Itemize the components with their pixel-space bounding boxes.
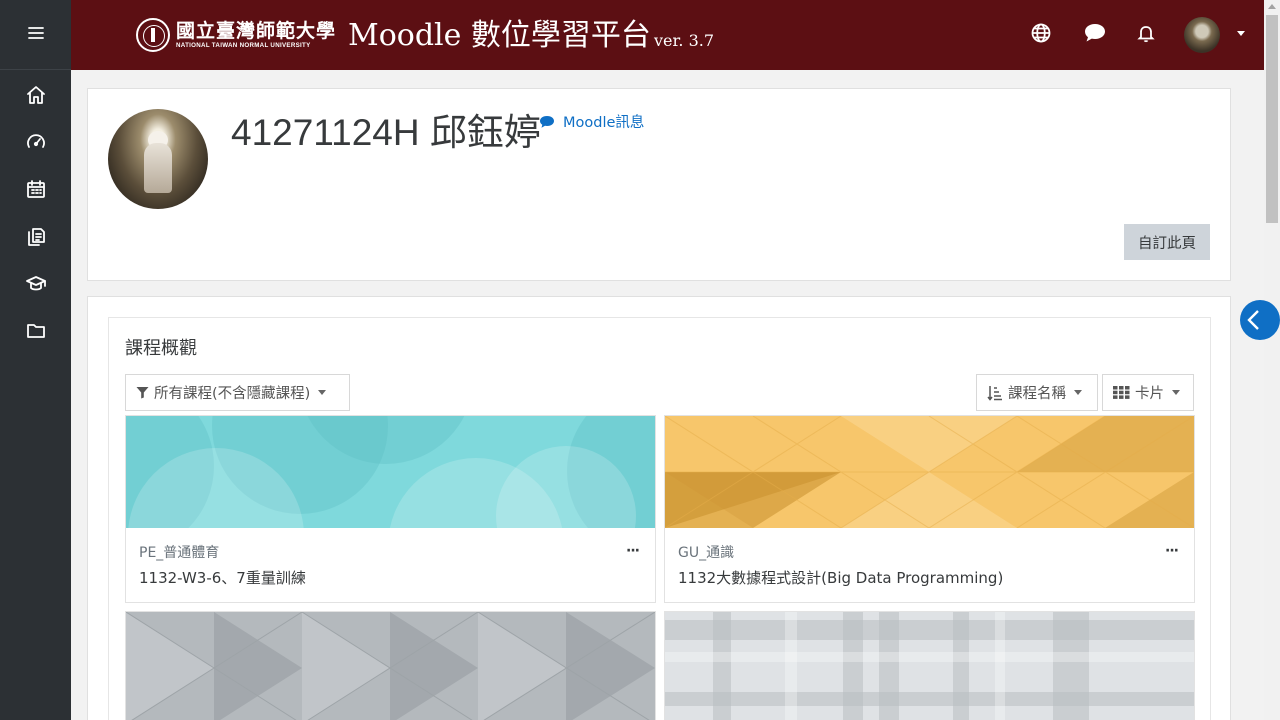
files-icon: [25, 225, 47, 251]
calendar-icon: [25, 178, 47, 204]
view-mode-label: 卡片: [1135, 386, 1164, 402]
course-filter-dropdown[interactable]: 所有課程(不含隱藏課程): [125, 374, 350, 411]
chat-bubble-icon: [540, 115, 554, 128]
course-actions-menu-button[interactable]: ···: [1165, 544, 1179, 558]
sidebar-item-calendar[interactable]: [0, 167, 71, 214]
sidebar-item-files[interactable]: [0, 214, 71, 261]
chevron-down-icon: [1172, 390, 1180, 395]
grid-icon: [1113, 386, 1130, 399]
notifications-icon: [1136, 23, 1156, 47]
site-title[interactable]: Moodle 數位學習平台: [348, 16, 651, 56]
university-name-zh: 國立臺灣師範大學: [176, 20, 337, 42]
filter-label: 所有課程(不含隱藏課程): [154, 386, 311, 402]
user-avatar[interactable]: [1184, 17, 1220, 53]
dashboard-icon: [25, 131, 47, 157]
sort-label: 課程名稱: [1008, 386, 1066, 402]
globe-icon: [1031, 23, 1051, 47]
notifications-button[interactable]: [1128, 17, 1164, 53]
view-mode-dropdown[interactable]: 卡片: [1102, 374, 1194, 411]
course-image[interactable]: [126, 416, 655, 528]
navbar: 國立臺灣師範大學 NATIONAL TAIWAN NORMAL UNIVERSI…: [71, 0, 1264, 70]
course-card[interactable]: PE_普通體育 1132-W3-6、7重量訓練 ···: [125, 415, 656, 603]
course-category: PE_普通體育: [139, 545, 220, 561]
sort-dropdown[interactable]: 課程名稱: [976, 374, 1098, 411]
sidebar-item-home[interactable]: [0, 73, 71, 120]
filter-icon: [136, 387, 149, 399]
course-category: GU_通識: [678, 545, 735, 561]
folder-icon: [25, 319, 47, 345]
customize-page-button[interactable]: 自訂此頁: [1124, 224, 1210, 260]
university-seal-icon: [136, 18, 170, 52]
course-overview-block: 課程概觀 所有課程(不含隱藏課程) 課程名稱 卡片 PE_普通體育 1132-W…: [108, 317, 1211, 720]
user-menu-chevron-down-icon[interactable]: [1237, 31, 1245, 36]
scrollbar-thumb[interactable]: [1266, 15, 1278, 223]
course-card[interactable]: [664, 611, 1195, 720]
home-icon: [25, 84, 47, 110]
course-name-link[interactable]: 1132大數據程式設計(Big Data Programming): [678, 567, 1003, 588]
page-scrollbar[interactable]: [1264, 0, 1280, 720]
language-menu-button[interactable]: [1023, 17, 1059, 53]
menu-toggle-button[interactable]: [0, 0, 71, 70]
block-title: 課程概觀: [125, 338, 197, 359]
message-user-link[interactable]: Moodle訊息: [539, 111, 644, 132]
message-link-label: Moodle訊息: [563, 115, 645, 131]
messages-button[interactable]: [1077, 17, 1113, 53]
site-version: ver. 3.7: [654, 31, 715, 50]
profile-picture[interactable]: [108, 109, 208, 209]
main-region: 課程概觀 所有課程(不含隱藏課程) 課程名稱 卡片 PE_普通體育 1132-W…: [87, 296, 1231, 720]
course-image[interactable]: [126, 612, 655, 720]
page-header: 41271124H 邱鈺婷 Moodle訊息 自訂此頁: [87, 88, 1231, 281]
scroll-up-arrow-icon[interactable]: [1268, 4, 1276, 9]
sidebar-item-courses[interactable]: [0, 261, 71, 308]
site-logo[interactable]: 國立臺灣師範大學 NATIONAL TAIWAN NORMAL UNIVERSI…: [136, 16, 336, 54]
course-image[interactable]: [665, 612, 1194, 720]
nav-drawer-rail: [0, 0, 71, 720]
course-card[interactable]: [125, 611, 656, 720]
hamburger-icon: [27, 25, 44, 44]
course-actions-menu-button[interactable]: ···: [626, 544, 640, 558]
chevron-down-icon: [318, 390, 327, 395]
page-title: 41271124H 邱鈺婷: [231, 112, 541, 153]
chevron-down-icon: [1074, 390, 1082, 395]
sidebar-item-dashboard[interactable]: [0, 120, 71, 167]
course-image[interactable]: [665, 416, 1194, 528]
course-name-link[interactable]: 1132-W3-6、7重量訓練: [139, 567, 306, 588]
open-block-drawer-button[interactable]: [1240, 300, 1280, 340]
sort-order-icon: [987, 385, 1002, 401]
sidebar-item-private-files[interactable]: [0, 308, 71, 355]
messages-icon: [1083, 22, 1107, 48]
university-name-en: NATIONAL TAIWAN NORMAL UNIVERSITY: [176, 42, 311, 49]
course-card[interactable]: GU_通識 1132大數據程式設計(Big Data Programming) …: [664, 415, 1195, 603]
mortarboard-icon: [25, 272, 47, 298]
